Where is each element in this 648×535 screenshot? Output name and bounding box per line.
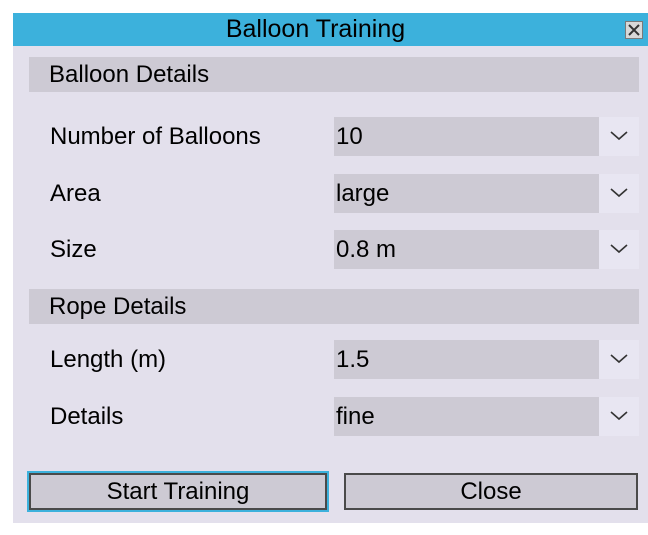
chevron-down-icon[interactable] <box>599 340 639 379</box>
balloon-training-dialog: Balloon Training Balloon Details Number … <box>13 13 648 523</box>
select-value: 1.5 <box>336 346 370 373</box>
select-value: fine <box>336 403 375 430</box>
select-value: large <box>336 180 390 207</box>
section-title: Rope Details <box>49 293 187 320</box>
area-label: Area <box>50 180 101 207</box>
chevron-down-icon[interactable] <box>599 117 639 156</box>
window-title: Balloon Training <box>225 15 406 43</box>
select-value: 10 <box>336 123 363 150</box>
size-label: Size <box>50 236 97 263</box>
length-label: Length (m) <box>50 346 167 373</box>
details-label: Details <box>50 403 124 430</box>
size-select[interactable]: 0.8 m <box>334 230 639 269</box>
chevron-down-icon[interactable] <box>599 174 639 213</box>
number-of-balloons-select[interactable]: 10 <box>334 117 639 156</box>
rope-details-header: Rope Details <box>29 289 639 324</box>
chevron-down-icon[interactable] <box>599 230 639 269</box>
area-select[interactable]: large <box>334 174 639 213</box>
details-select[interactable]: fine <box>334 397 639 436</box>
section-title: Balloon Details <box>49 61 210 88</box>
close-button[interactable]: Close <box>344 473 638 510</box>
chevron-down-icon[interactable] <box>599 397 639 436</box>
length-select[interactable]: 1.5 <box>334 340 639 379</box>
balloon-details-header: Balloon Details <box>29 57 639 92</box>
start-training-button[interactable]: Start Training <box>27 471 329 512</box>
title-bar[interactable]: Balloon Training <box>13 13 648 46</box>
select-value: 0.8 m <box>336 236 397 263</box>
number-of-balloons-label: Number of Balloons <box>50 123 261 150</box>
close-icon[interactable] <box>625 21 643 39</box>
